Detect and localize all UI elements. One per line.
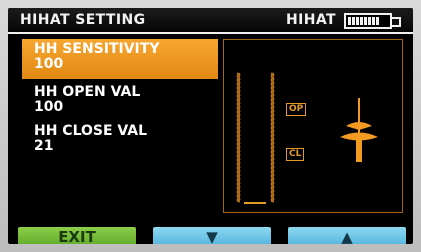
battery-icon bbox=[344, 13, 392, 29]
param-value: 21 bbox=[34, 138, 54, 154]
mode-label: HIHAT bbox=[286, 12, 336, 28]
param-value: 100 bbox=[34, 56, 64, 72]
title-bar: HIHAT SETTING HIHAT bbox=[8, 8, 413, 34]
param-hh-sensitivity[interactable]: HH SENSITIVITY 100 bbox=[22, 39, 218, 79]
param-label: HH SENSITIVITY bbox=[34, 41, 160, 57]
param-value: 100 bbox=[34, 99, 64, 115]
battery-level-fill bbox=[348, 17, 380, 25]
softkey-bar: EXIT ▼ ▲ bbox=[8, 227, 413, 244]
exit-button[interactable]: EXIT bbox=[18, 227, 136, 244]
meter-bar-left bbox=[236, 72, 241, 203]
hihat-visualization: OP CL bbox=[223, 39, 403, 213]
param-hh-close-val[interactable]: HH CLOSE VAL 21 bbox=[22, 121, 218, 161]
hihat-cymbal-icon bbox=[340, 98, 378, 162]
meter-bar-right bbox=[270, 72, 275, 203]
lcd-screen: HIHAT SETTING HIHAT HH SENSITIVITY 100 H… bbox=[8, 8, 413, 244]
page-title: HIHAT SETTING bbox=[20, 12, 146, 28]
open-marker: OP bbox=[286, 103, 307, 116]
param-hh-open-val[interactable]: HH OPEN VAL 100 bbox=[22, 82, 218, 122]
up-arrow-button[interactable]: ▲ bbox=[288, 227, 406, 244]
param-label: HH CLOSE VAL bbox=[34, 123, 148, 139]
down-arrow-button[interactable]: ▼ bbox=[153, 227, 271, 244]
param-label: HH OPEN VAL bbox=[34, 84, 141, 100]
hihat-meter-graphic bbox=[236, 72, 378, 204]
close-marker: CL bbox=[286, 148, 305, 161]
battery-cap-icon bbox=[391, 17, 401, 27]
